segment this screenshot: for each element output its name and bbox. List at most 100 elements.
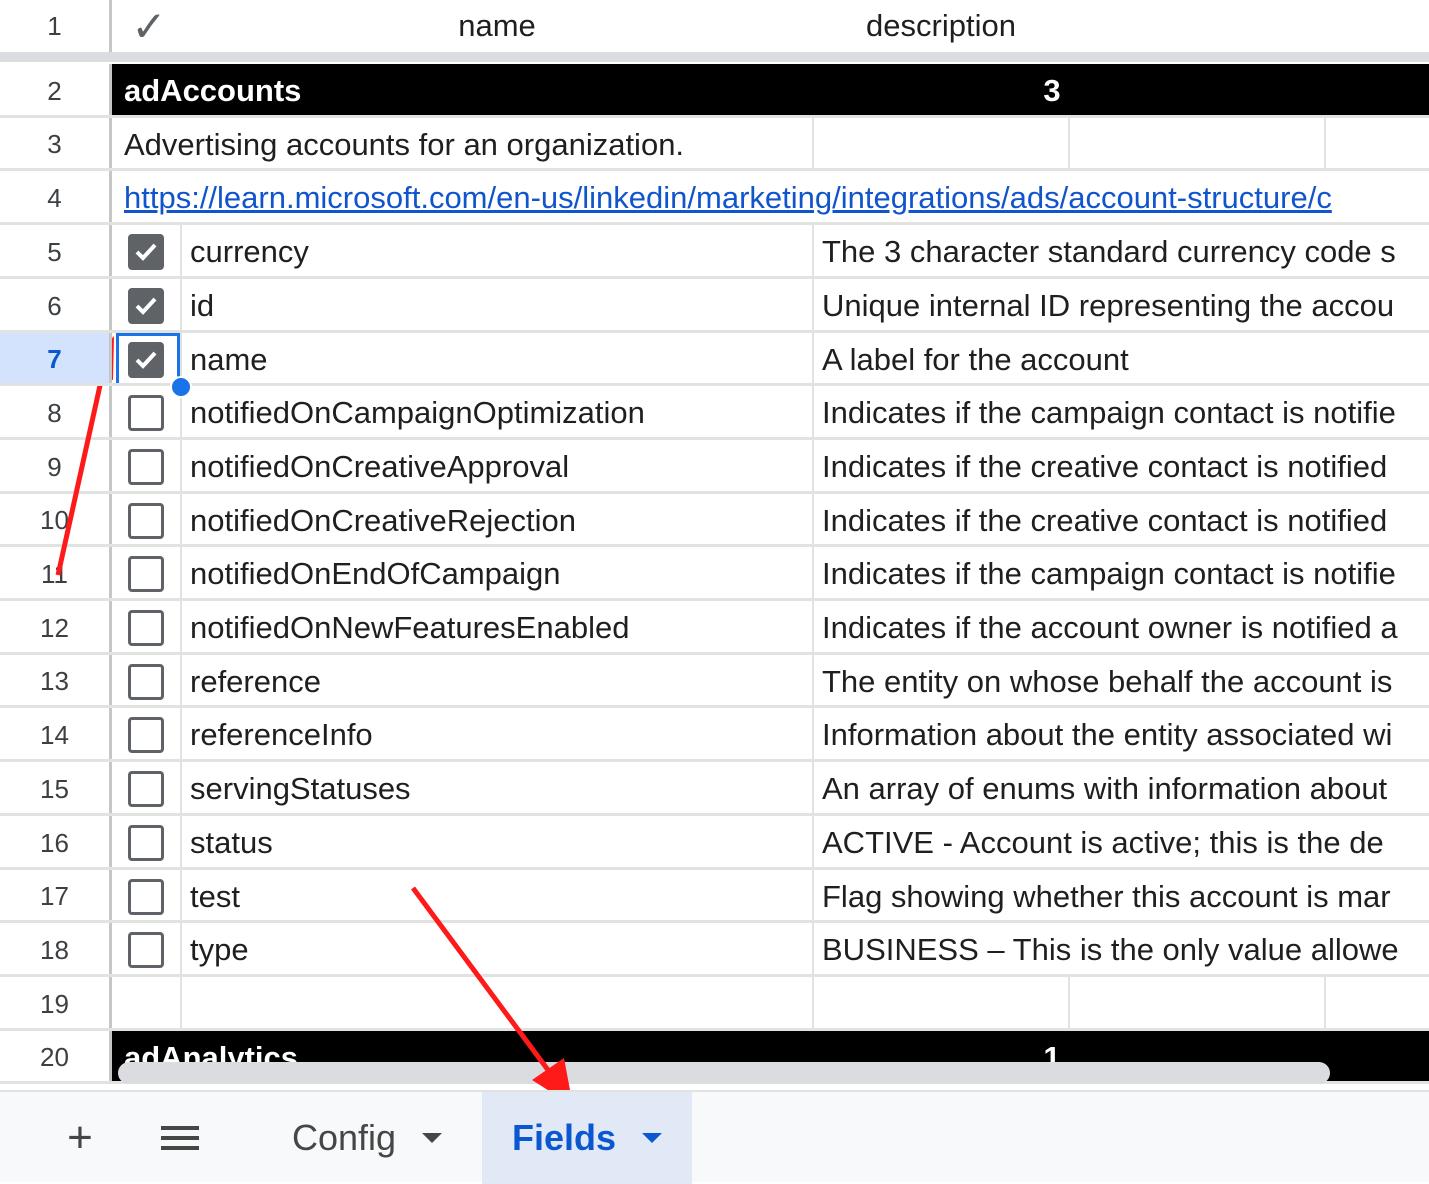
- row-number[interactable]: 2: [0, 64, 112, 118]
- field-name[interactable]: status: [182, 816, 812, 870]
- field-description[interactable]: Information about the entity associated …: [814, 708, 1429, 762]
- add-sheet-button[interactable]: +: [52, 1092, 108, 1184]
- plus-icon: +: [67, 1113, 93, 1163]
- row-number[interactable]: 16: [0, 816, 112, 870]
- field-description[interactable]: Indicates if the creative contact is not…: [814, 494, 1429, 547]
- field-checkbox[interactable]: [128, 288, 164, 324]
- field-name[interactable]: notifiedOnCreativeApproval: [182, 440, 812, 494]
- header-name[interactable]: name: [182, 0, 812, 52]
- checkbox-header: ✓: [118, 0, 180, 52]
- header-row: 1 ✓ name description: [0, 0, 1429, 52]
- row-number[interactable]: 4: [0, 171, 112, 225]
- field-name[interactable]: notifiedOnNewFeaturesEnabled: [182, 601, 812, 655]
- menu-icon: [161, 1124, 199, 1152]
- field-name[interactable]: notifiedOnCampaignOptimization: [182, 386, 812, 440]
- field-description[interactable]: Indicates if the account owner is notifi…: [814, 601, 1429, 655]
- field-checkbox[interactable]: [128, 771, 164, 807]
- field-description[interactable]: Indicates if the creative contact is not…: [814, 440, 1429, 494]
- checkmark-icon: [133, 293, 159, 319]
- field-checkbox[interactable]: [128, 556, 164, 592]
- chevron-down-icon[interactable]: [642, 1133, 662, 1143]
- row-number[interactable]: 15: [0, 762, 112, 816]
- table-row: 5 currencyThe 3 character standard curren…: [0, 225, 1429, 279]
- field-description[interactable]: BUSINESS – This is the only value allowe: [814, 923, 1429, 977]
- field-name[interactable]: name: [182, 333, 812, 386]
- fill-handle[interactable]: [170, 376, 192, 398]
- row-number[interactable]: 7: [0, 333, 112, 386]
- section-count[interactable]: 3: [814, 64, 1290, 118]
- row-number[interactable]: 20: [0, 1031, 112, 1084]
- gridline: [0, 383, 1429, 386]
- gridline: [1324, 118, 1326, 171]
- field-description[interactable]: Indicates if the campaign contact is not…: [814, 386, 1429, 440]
- field-checkbox[interactable]: [128, 932, 164, 968]
- field-name[interactable]: reference: [182, 655, 812, 708]
- spreadsheet-grid: 1 ✓ name description 2adAccounts33Advert…: [0, 0, 1429, 1090]
- table-row: 7 nameA label for the account: [0, 333, 1429, 386]
- row-number[interactable]: 17: [0, 870, 112, 923]
- field-checkbox[interactable]: [128, 664, 164, 700]
- row-number[interactable]: 14: [0, 708, 112, 762]
- field-checkbox[interactable]: [128, 610, 164, 646]
- table-row: 4https://learn.microsoft.com/en-us/linke…: [0, 171, 1429, 225]
- field-description[interactable]: ACTIVE - Account is active; this is the …: [814, 816, 1429, 870]
- field-name[interactable]: notifiedOnCreativeRejection: [182, 494, 812, 547]
- tab-config[interactable]: Config: [266, 1092, 476, 1184]
- field-checkbox[interactable]: [128, 717, 164, 753]
- field-checkbox[interactable]: [128, 825, 164, 861]
- row-number[interactable]: 13: [0, 655, 112, 708]
- field-checkbox[interactable]: [128, 395, 164, 431]
- field-name[interactable]: id: [182, 279, 812, 333]
- chevron-down-icon[interactable]: [422, 1133, 442, 1143]
- section-description[interactable]: Advertising accounts for an organization…: [118, 118, 812, 171]
- selected-cell-outline: [116, 333, 180, 386]
- row-number[interactable]: 18: [0, 923, 112, 977]
- field-checkbox[interactable]: [128, 234, 164, 270]
- field-checkbox[interactable]: [128, 879, 164, 915]
- field-checkbox[interactable]: [128, 449, 164, 485]
- field-description[interactable]: The 3 character standard currency code s: [814, 225, 1429, 279]
- row-number[interactable]: 8: [0, 386, 112, 440]
- row-number[interactable]: 10: [0, 494, 112, 547]
- row-number[interactable]: 1: [0, 0, 112, 52]
- gridline: [1068, 118, 1070, 171]
- field-description[interactable]: Flag showing whether this account is mar: [814, 870, 1429, 923]
- all-sheets-button[interactable]: [150, 1092, 210, 1184]
- field-name[interactable]: servingStatuses: [182, 762, 812, 816]
- table-row: 19: [0, 977, 1429, 1031]
- field-description[interactable]: Indicates if the campaign contact is not…: [814, 547, 1429, 601]
- table-row: 14 referenceInfoInformation about the ent…: [0, 708, 1429, 762]
- horizontal-scrollbar[interactable]: [118, 1062, 1330, 1084]
- row-number[interactable]: 9: [0, 440, 112, 494]
- field-name[interactable]: test: [182, 870, 812, 923]
- row-number[interactable]: 11: [0, 547, 112, 601]
- docs-link[interactable]: https://learn.microsoft.com/en-us/linked…: [118, 171, 1429, 225]
- gridline: [180, 977, 182, 1031]
- field-name[interactable]: notifiedOnEndOfCampaign: [182, 547, 812, 601]
- field-description[interactable]: Unique internal ID representing the acco…: [814, 279, 1429, 333]
- table-row: 16 statusACTIVE - Account is active; this…: [0, 816, 1429, 870]
- row-number[interactable]: 5: [0, 225, 112, 279]
- row-number[interactable]: 6: [0, 279, 112, 333]
- table-row: 13 referenceThe entity on whose behalf th…: [0, 655, 1429, 708]
- field-name[interactable]: referenceInfo: [182, 708, 812, 762]
- field-checkbox[interactable]: [128, 503, 164, 539]
- field-description[interactable]: An array of enums with information about: [814, 762, 1429, 816]
- tab-fields[interactable]: Fields: [482, 1092, 692, 1184]
- field-name[interactable]: currency: [182, 225, 812, 279]
- header-description[interactable]: description: [814, 0, 1068, 52]
- table-row: 10 notifiedOnCreativeRejectionIndicates i…: [0, 494, 1429, 547]
- table-row: 3Advertising accounts for an organizatio…: [0, 118, 1429, 171]
- row-number[interactable]: 3: [0, 118, 112, 171]
- section-name[interactable]: adAccounts: [118, 64, 812, 118]
- row-number[interactable]: 19: [0, 977, 112, 1031]
- field-name[interactable]: type: [182, 923, 812, 977]
- table-row: 6 idUnique internal ID representing the a…: [0, 279, 1429, 333]
- sheet-tab-bar: + Config Fields: [0, 1090, 1429, 1182]
- field-description[interactable]: A label for the account: [814, 333, 1429, 386]
- table-row: 8 notifiedOnCampaignOptimizationIndicates…: [0, 386, 1429, 440]
- row-number[interactable]: 12: [0, 601, 112, 655]
- table-row: 12 notifiedOnNewFeaturesEnabledIndicates …: [0, 601, 1429, 655]
- gridline: [1068, 977, 1070, 1031]
- field-description[interactable]: The entity on whose behalf the account i…: [814, 655, 1429, 708]
